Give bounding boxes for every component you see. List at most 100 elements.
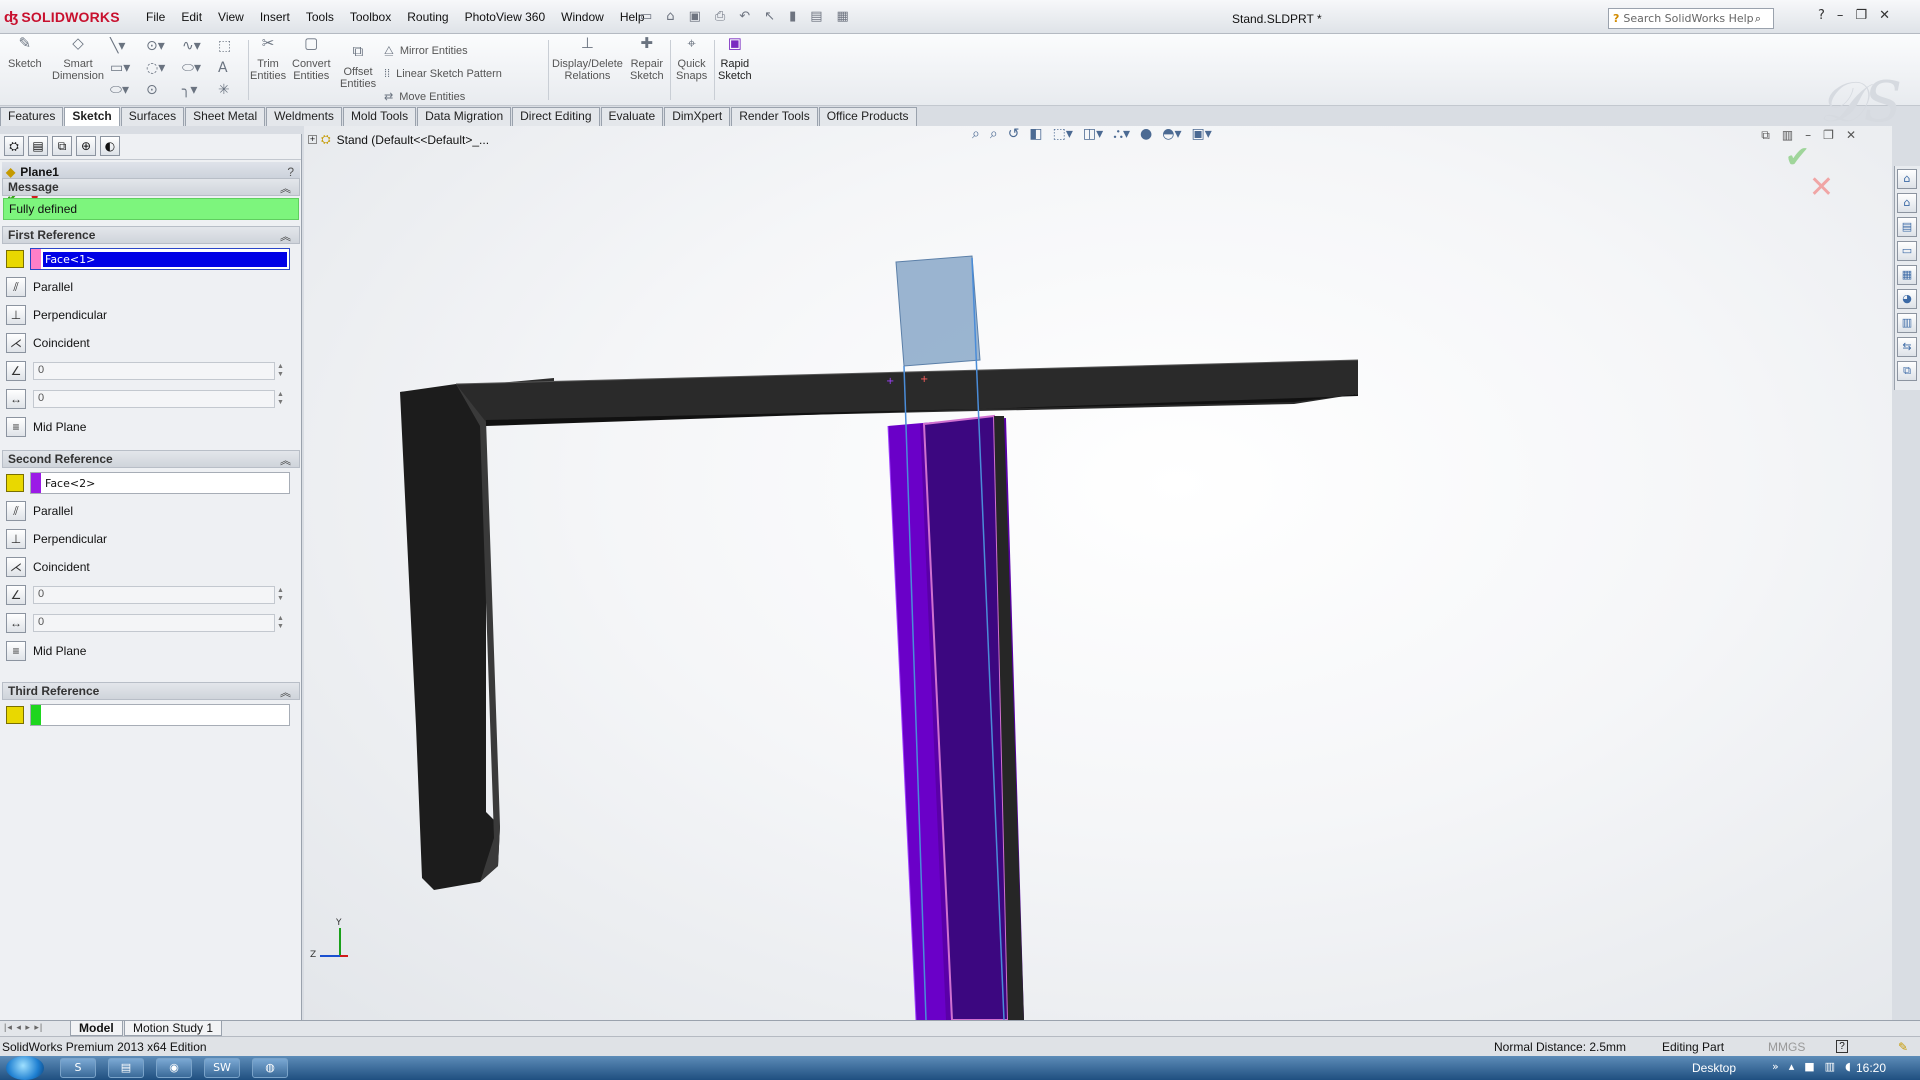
tab-model[interactable]: Model — [70, 1021, 123, 1036]
tab-direct-editing[interactable]: Direct Editing — [512, 107, 600, 126]
tray-up-arrow-icon[interactable]: ▴ — [1789, 1060, 1795, 1073]
second-perpendicular-option[interactable]: ⊥ Perpendicular — [6, 528, 107, 550]
options-icon[interactable]: ▦ — [837, 9, 849, 24]
view-palette-icon[interactable]: ▦ — [1897, 265, 1917, 285]
tab-dimxpert[interactable]: DimXpert — [664, 107, 731, 126]
tray-expand-icon[interactable]: » — [1772, 1060, 1779, 1073]
spinner-icon[interactable]: ▲ ▼ — [277, 363, 284, 379]
coincident-icon[interactable]: ⋌ — [6, 333, 26, 353]
tab-office-products[interactable]: Office Products — [818, 107, 917, 126]
new-document-icon[interactable]: ▭ — [640, 9, 652, 24]
tab-render-tools[interactable]: Render Tools — [731, 107, 818, 126]
move-entities-button[interactable]: ⇄ Move Entities — [384, 86, 502, 109]
spinner-icon[interactable]: ▲ ▼ — [277, 391, 284, 407]
restore-icon[interactable]: ❐ — [1855, 8, 1867, 23]
first-coincident-option[interactable]: ⋌ Coincident — [6, 332, 90, 354]
second-reference-header[interactable]: Second Reference ︽ — [2, 450, 300, 468]
polygon-icon[interactable]: ⬭▾ — [110, 82, 146, 98]
firefox-taskbar-icon[interactable]: ◉ — [156, 1058, 192, 1078]
print-icon[interactable]: ⎙ — [715, 9, 725, 24]
distance-icon[interactable]: ↔ — [6, 389, 26, 409]
second-coincident-option[interactable]: ⋌ Coincident — [6, 556, 90, 578]
second-distance-input[interactable]: 0 — [33, 614, 275, 632]
menu-view[interactable]: View — [210, 10, 252, 24]
perpendicular-icon[interactable]: ⊥ — [6, 529, 26, 549]
help-search-box[interactable]: ? Search SolidWorks Help ⌕ — [1608, 8, 1774, 29]
appearances-icon[interactable]: ◕ — [1897, 289, 1917, 309]
app-taskbar-icon[interactable]: ◍ — [252, 1058, 288, 1078]
edit-appearance-icon[interactable]: ● — [1140, 126, 1152, 142]
menu-file[interactable]: File — [138, 10, 173, 24]
parallel-icon[interactable]: ⫽ — [6, 501, 26, 521]
first-distance-input[interactable]: 0 — [33, 390, 275, 408]
angle-icon[interactable]: ∠ — [6, 361, 26, 381]
collapse-chevron-icon[interactable]: ︽ — [280, 684, 291, 700]
confirmation-cancel-icon[interactable]: ✕ — [1809, 170, 1834, 205]
tab-surfaces[interactable]: Surfaces — [120, 107, 185, 126]
circle-icon[interactable]: ⊙▾ — [146, 38, 182, 54]
spinner-icon[interactable]: ▲ ▼ — [277, 587, 284, 603]
menu-insert[interactable]: Insert — [252, 10, 298, 24]
second-reference-value[interactable]: Face<2> — [43, 476, 97, 491]
solidworks-resources-icon[interactable]: ⌂ — [1897, 169, 1917, 189]
view-settings-icon[interactable]: ▣▾ — [1191, 126, 1211, 142]
viewport-close-icon[interactable]: ✕ — [1846, 128, 1856, 143]
search-icon[interactable]: ⌕ — [1755, 12, 1761, 26]
file-explorer-icon[interactable]: ▭ — [1897, 241, 1917, 261]
third-reference-selection[interactable] — [6, 704, 290, 726]
first-reference-value[interactable]: Face<1> — [43, 251, 287, 267]
tab-evaluate[interactable]: Evaluate — [600, 107, 664, 126]
feature-tree-flyout[interactable]: + ⛭ Stand (Default<<Default>_... — [308, 132, 489, 147]
previous-view-icon[interactable]: ↺ — [1008, 126, 1020, 142]
menu-toolbox[interactable]: Toolbox — [342, 10, 399, 24]
stand-body[interactable] — [400, 359, 1359, 890]
quick-snaps-button[interactable]: ⌖ Quick Snaps — [676, 36, 707, 82]
feature-manager-icon[interactable]: ⛭ — [4, 136, 24, 156]
viewport-tile-icon[interactable]: ⧉ — [1761, 128, 1770, 143]
plane-preview[interactable] — [895, 255, 981, 367]
tray-app-icon[interactable]: ■ — [1804, 1060, 1814, 1073]
close-icon[interactable]: ✕ — [1879, 8, 1890, 23]
undo-icon[interactable]: ↶ — [739, 9, 750, 24]
dimxpert-manager-icon[interactable]: ⊕ — [76, 136, 96, 156]
mid-plane-icon[interactable]: ≡ — [6, 417, 26, 437]
first-reference-selection[interactable]: Face<1> — [6, 248, 290, 270]
design-library-icon[interactable]: ▤ — [1897, 217, 1917, 237]
collapse-chevron-icon[interactable]: ︽ — [280, 228, 291, 244]
menu-photoview[interactable]: PhotoView 360 — [457, 10, 554, 24]
solidworks-logo[interactable]: ʤ SOLIDWORKS — [4, 7, 120, 27]
forum-icon[interactable]: ⇆ — [1897, 337, 1917, 357]
rebuild-icon[interactable]: ▮ — [789, 9, 796, 24]
second-reference-field[interactable]: Face<2> — [30, 472, 290, 494]
second-parallel-option[interactable]: ⫽ Parallel — [6, 500, 73, 522]
model-view[interactable]: + + — [304, 126, 1892, 1020]
graphics-area[interactable]: + + + ⛭ Stand (Default<<Default>_... ⌕ ⌕… — [304, 126, 1892, 1020]
explorer-taskbar-icon[interactable]: ▤ — [108, 1058, 144, 1078]
clock[interactable]: 16:20 — [1856, 1061, 1886, 1075]
status-help-icon[interactable]: ? — [1836, 1040, 1848, 1053]
menu-window[interactable]: Window — [553, 10, 612, 24]
second-angle-input[interactable]: 0 — [33, 586, 275, 604]
search-input[interactable]: Search SolidWorks Help — [1623, 12, 1753, 25]
property-manager-icon[interactable]: ▤ — [28, 136, 48, 156]
custom-properties-icon[interactable]: ▥ — [1897, 313, 1917, 333]
display-style-icon[interactable]: ◫▾ — [1083, 126, 1103, 142]
convert-entities-button[interactable]: ▢ Convert Entities — [292, 36, 331, 82]
repair-sketch-button[interactable]: ✚ Repair Sketch — [630, 36, 664, 82]
section-view-icon[interactable]: ◧ — [1029, 126, 1042, 142]
spinner-icon[interactable]: ▲ ▼ — [277, 615, 284, 631]
tree-root-label[interactable]: Stand (Default<<Default>_... — [337, 133, 489, 147]
collapse-chevron-icon[interactable]: ︽ — [280, 452, 291, 468]
first-reference-header[interactable]: First Reference ︽ — [2, 226, 300, 244]
third-reference-field[interactable] — [30, 704, 290, 726]
spline-icon[interactable]: ∿▾ — [182, 38, 218, 54]
display-manager-icon[interactable]: ◐ — [100, 136, 120, 156]
view-orientation-icon[interactable]: ⬚▾ — [1053, 126, 1073, 142]
save-icon[interactable]: ▣ — [689, 9, 701, 24]
solidworks-taskbar-icon[interactable]: SW — [204, 1058, 240, 1078]
linear-sketch-pattern-button[interactable]: ⁞⁞ Linear Sketch Pattern — [384, 63, 502, 86]
offset-entities-button[interactable]: ⧉ Offset Entities — [340, 44, 376, 90]
tab-scroll-arrows-icon[interactable]: |◂ ◂ ▸ ▸| — [4, 1022, 43, 1033]
help-icon[interactable]: ? — [287, 165, 294, 179]
first-angle-input[interactable]: 0 — [33, 362, 275, 380]
